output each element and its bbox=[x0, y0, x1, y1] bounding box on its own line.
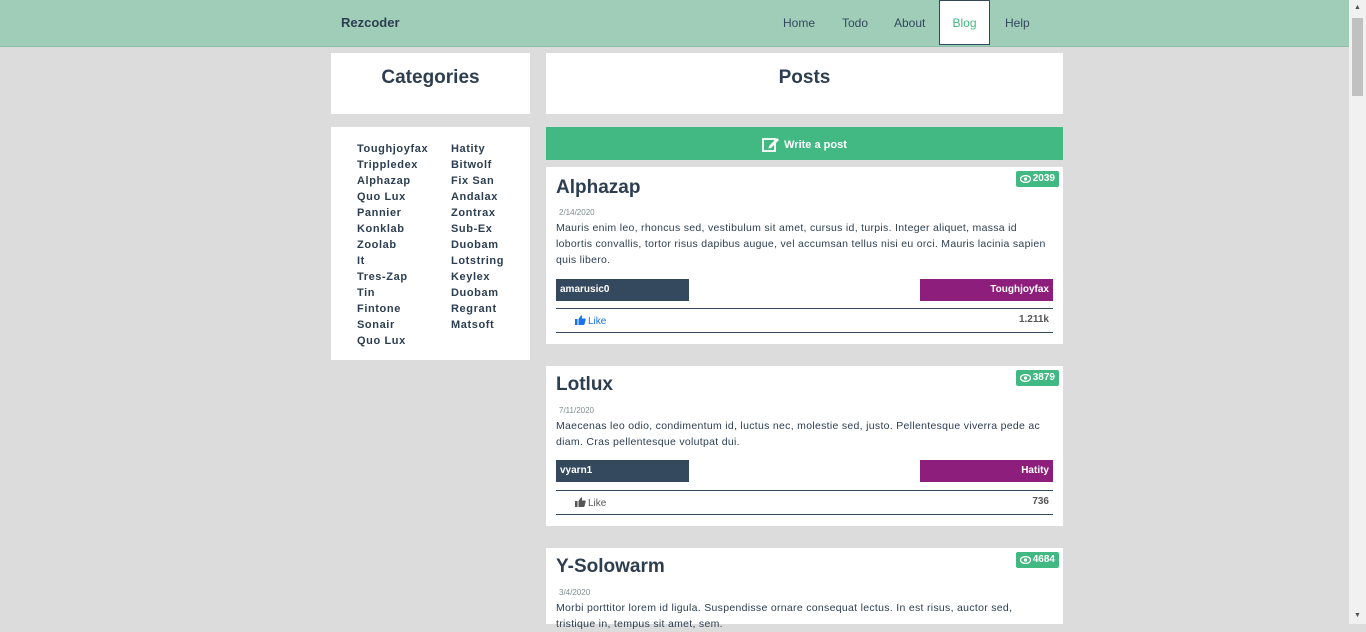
view-count: 3879 bbox=[1032, 372, 1055, 383]
author-tag[interactable]: vyarn1 bbox=[556, 460, 689, 482]
view-count-badge: 2039 bbox=[1015, 171, 1059, 187]
category-link[interactable]: Sonair bbox=[357, 317, 428, 333]
category-link[interactable]: Bitwolf bbox=[451, 157, 504, 173]
category-link[interactable]: Konklab bbox=[357, 221, 428, 237]
post-date: 2/14/2020 bbox=[559, 208, 595, 217]
category-link[interactable]: Andalax bbox=[451, 189, 504, 205]
write-post-button[interactable]: Write a post bbox=[546, 127, 1063, 160]
post-card: 4684 Y-Solowarm 3/4/2020 Morbi porttitor… bbox=[546, 548, 1063, 630]
category-link[interactable]: Trippledex bbox=[357, 157, 428, 173]
categories-column-1: Toughjoyfax Trippledex Alphazap Quo Lux Pann… bbox=[357, 141, 428, 349]
categories-header: Categories bbox=[331, 53, 530, 114]
category-link[interactable]: Matsoft bbox=[451, 317, 504, 333]
category-tag[interactable]: Toughjoyfax bbox=[920, 279, 1053, 301]
eye-icon bbox=[1019, 555, 1031, 565]
like-count: 736 bbox=[1032, 496, 1049, 507]
post-excerpt: Morbi porttitor lorem id ligula. Suspend… bbox=[556, 602, 1013, 630]
top-navbar: Rezcoder Home Todo About Blog Help bbox=[0, 0, 1349, 47]
category-link[interactable]: Hatity bbox=[451, 141, 504, 157]
scroll-down-icon[interactable]: ▼ bbox=[1349, 608, 1366, 624]
view-count-badge: 3879 bbox=[1015, 370, 1059, 386]
eye-icon bbox=[1019, 174, 1031, 184]
category-link[interactable]: Fix San bbox=[451, 173, 504, 189]
like-button[interactable]: Like bbox=[575, 497, 606, 509]
category-link[interactable]: Alphazap bbox=[357, 173, 428, 189]
category-link[interactable]: Keylex bbox=[451, 269, 504, 285]
posts-header: Posts bbox=[546, 53, 1063, 114]
category-link[interactable]: Duobam bbox=[451, 285, 504, 301]
category-link[interactable]: It bbox=[357, 253, 428, 269]
categories-title: Categories bbox=[381, 67, 480, 88]
category-tag[interactable]: Hatity bbox=[920, 460, 1053, 482]
like-label: Like bbox=[588, 498, 607, 509]
write-post-label: Write a post bbox=[784, 139, 847, 151]
category-link[interactable]: Tin bbox=[357, 285, 428, 301]
post-excerpt: Mauris enim leo, rhoncus sed, vestibulum… bbox=[556, 222, 1046, 266]
like-label: Like bbox=[588, 316, 607, 327]
like-bar: Like 1.211k bbox=[556, 308, 1053, 333]
post-title[interactable]: Lotlux bbox=[556, 374, 613, 396]
category-link[interactable]: Fintone bbox=[357, 301, 428, 317]
thumbs-up-icon bbox=[575, 497, 586, 507]
edit-icon bbox=[762, 138, 780, 152]
eye-icon bbox=[1019, 373, 1031, 383]
post-card: 2039 Alphazap 2/14/2020 Mauris enim leo,… bbox=[546, 167, 1063, 344]
brand-logo[interactable]: Rezcoder bbox=[341, 15, 400, 30]
vertical-scrollbar[interactable]: ▲ ▼ bbox=[1349, 0, 1366, 624]
categories-column-2: Hatity Bitwolf Fix San Andalax Zontrax Sub-Ex… bbox=[451, 141, 504, 333]
category-link[interactable]: Regrant bbox=[451, 301, 504, 317]
view-count: 2039 bbox=[1032, 173, 1055, 184]
post-date: 3/4/2020 bbox=[559, 588, 591, 597]
nav-todo[interactable]: Todo bbox=[842, 16, 868, 30]
like-count: 1.211k bbox=[1018, 314, 1049, 325]
category-link[interactable]: Pannier bbox=[357, 205, 428, 221]
post-excerpt: Maecenas leo odio, condimentum id, luctu… bbox=[556, 420, 1041, 448]
category-link[interactable]: Tres-Zap bbox=[357, 269, 428, 285]
category-link[interactable]: Sub-Ex bbox=[451, 221, 504, 237]
category-link[interactable]: Zoolab bbox=[357, 237, 428, 253]
category-link[interactable]: Zontrax bbox=[451, 205, 504, 221]
post-title[interactable]: Y-Solowarm bbox=[556, 556, 665, 578]
like-bar: Like 736 bbox=[556, 490, 1053, 515]
view-count-badge: 4684 bbox=[1015, 552, 1059, 568]
category-link[interactable]: Quo Lux bbox=[357, 189, 428, 205]
thumbs-up-icon bbox=[575, 315, 586, 325]
categories-list: Toughjoyfax Trippledex Alphazap Quo Lux Pann… bbox=[331, 127, 530, 360]
like-button[interactable]: Like bbox=[575, 315, 606, 327]
nav-home[interactable]: Home bbox=[783, 16, 815, 30]
posts-title: Posts bbox=[778, 67, 831, 88]
category-link[interactable]: Toughjoyfax bbox=[357, 141, 428, 157]
category-link[interactable]: Quo Lux bbox=[357, 333, 428, 349]
author-tag[interactable]: amarusic0 bbox=[556, 279, 689, 301]
post-card: 3879 Lotlux 7/11/2020 Maecenas leo odio,… bbox=[546, 366, 1063, 526]
post-title[interactable]: Alphazap bbox=[556, 177, 640, 199]
post-date: 7/11/2020 bbox=[559, 406, 594, 415]
nav-help[interactable]: Help bbox=[1005, 16, 1030, 30]
nav-blog[interactable]: Blog bbox=[939, 0, 990, 45]
view-count: 4684 bbox=[1032, 554, 1055, 565]
scroll-up-icon[interactable]: ▲ bbox=[1349, 0, 1366, 16]
scroll-thumb[interactable] bbox=[1352, 18, 1363, 96]
category-link[interactable]: Lotstring bbox=[451, 253, 504, 269]
category-link[interactable]: Duobam bbox=[451, 237, 504, 253]
nav-about[interactable]: About bbox=[894, 16, 925, 30]
